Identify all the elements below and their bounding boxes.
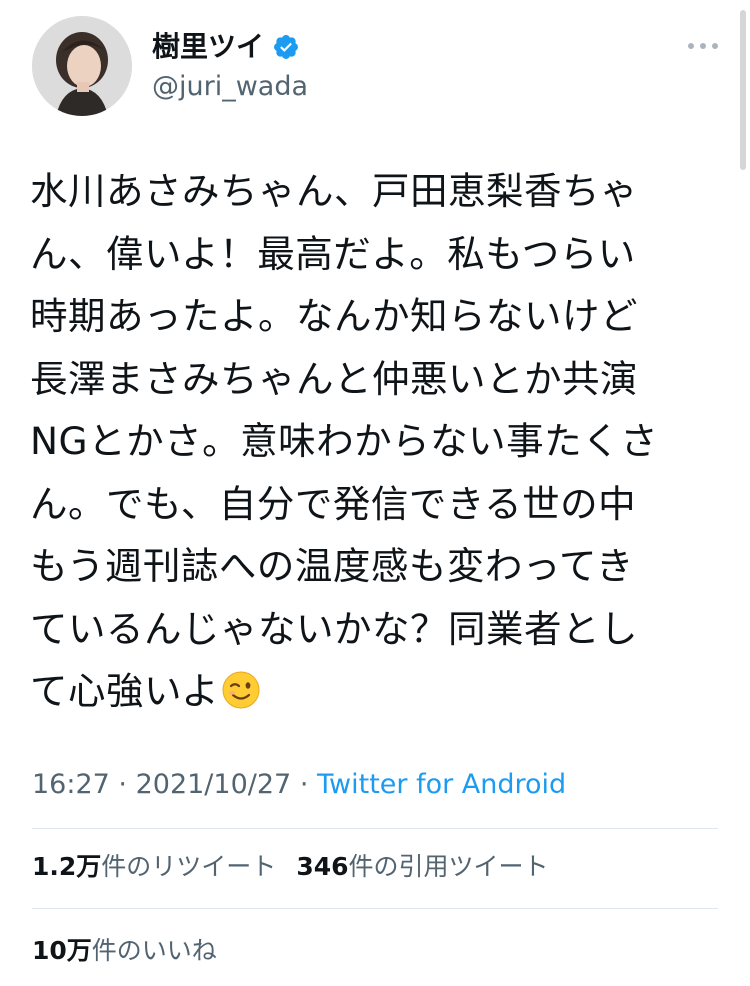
quotes-stat[interactable]: 346件の引用ツイート	[296, 852, 548, 881]
likes-stat[interactable]: 10万件のいいね	[32, 936, 217, 965]
meta-separator: ·	[118, 769, 127, 800]
likes-label: 件のいいね	[91, 936, 217, 965]
tweet-text: 水川あさみちゃん、戸田恵梨香ちゃ ん、偉いよ！最高だよ。私もつらい 時期あったよ…	[30, 169, 659, 713]
more-options-icon[interactable]	[688, 36, 718, 56]
retweets-stat[interactable]: 1.2万件のリツイート	[32, 852, 276, 881]
tweet-source-link[interactable]: Twitter for Android	[317, 769, 566, 800]
verified-badge-icon	[274, 35, 298, 59]
dot	[700, 43, 706, 49]
author-name-row: 樹里ツイ	[152, 30, 300, 64]
dot	[688, 43, 694, 49]
tweet-time[interactable]: 16:27	[32, 769, 110, 800]
quotes-count: 346	[296, 852, 349, 881]
engagement-row: 1.2万件のリツイート 346件の引用ツイート	[32, 849, 549, 885]
author-handle[interactable]: @juri_wada	[152, 70, 308, 104]
meta-separator: ·	[299, 769, 309, 800]
divider	[32, 908, 718, 909]
tweet-date[interactable]: 2021/10/27	[136, 769, 292, 800]
tweet-meta: 16:27 · 2021/10/27 · Twitter for Android	[32, 766, 566, 804]
dot	[712, 43, 718, 49]
author-display-name[interactable]: 樹里ツイ	[152, 30, 264, 64]
likes-count: 10万	[32, 936, 92, 965]
tweet-header: 樹里ツイ @juri_wada	[32, 16, 726, 122]
tweet-body: 水川あさみちゃん、戸田恵梨香ちゃ ん、偉いよ！最高だよ。私もつらい 時期あったよ…	[30, 160, 720, 723]
likes-row: 10万件のいいね	[32, 933, 217, 969]
divider	[32, 828, 718, 829]
retweets-count: 1.2万	[32, 852, 102, 881]
quotes-label: 件の引用ツイート	[348, 852, 549, 881]
avatar[interactable]	[32, 16, 132, 116]
retweets-label: 件のリツイート	[101, 852, 277, 881]
winking-face-emoji-icon	[222, 671, 260, 709]
avatar-image	[32, 16, 132, 116]
scrollbar[interactable]	[740, 10, 746, 170]
